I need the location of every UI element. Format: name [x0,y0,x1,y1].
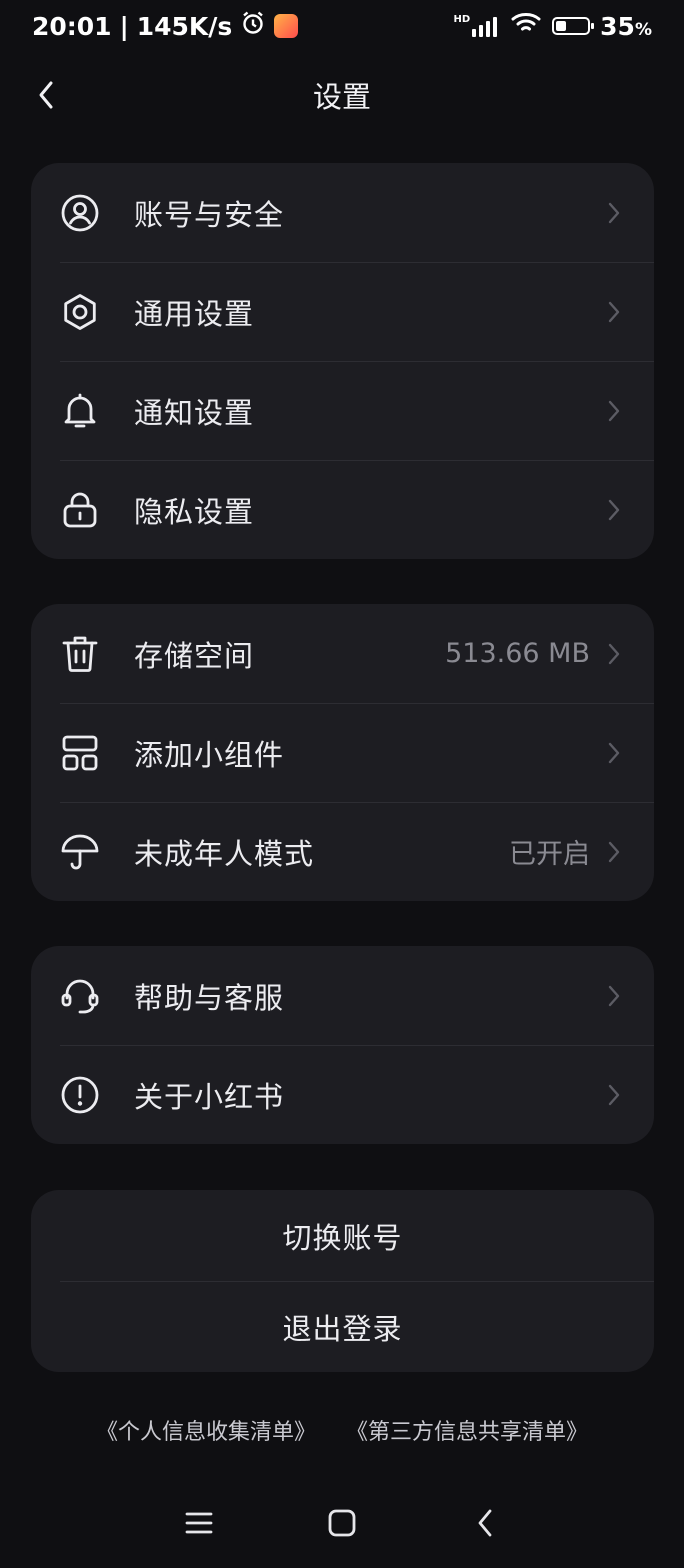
settings-item-label: 隐私设置 [134,494,255,529]
settings-item-about[interactable]: 关于小红书 [31,1045,654,1144]
chevron-left-icon [478,1509,492,1537]
settings-group-support: 帮助与客服 关于小红书 [31,946,654,1144]
status-bar: 20:01 | 145K/s HD 35% [0,0,684,52]
alarm-icon [240,10,266,42]
chevron-right-icon [604,397,624,425]
chevron-right-icon [604,982,624,1010]
personal-info-list-link[interactable]: 《个人信息收集清单》 [96,1414,316,1446]
settings-group-account: 账号与安全 通用设置 通知设置 隐私设置 [31,163,654,559]
storage-size-value: 513.66 MB [445,638,590,669]
minor-mode-status: 已开启 [509,839,590,870]
back-button[interactable] [28,77,64,113]
settings-item-general[interactable]: 通用设置 [31,262,654,361]
battery-percent-unit: % [634,19,652,40]
chevron-right-icon [604,1081,624,1109]
chevron-right-icon [604,496,624,524]
settings-item-label: 未成年人模式 [134,836,315,871]
bell-icon [60,391,100,431]
third-party-sharing-list-link[interactable]: 《第三方信息共享清单》 [346,1414,588,1446]
switch-account-button[interactable]: 切换账号 [31,1190,654,1281]
signal-icon: HD [453,15,500,37]
home-button[interactable] [314,1495,370,1551]
trash-icon [60,634,100,674]
page-title: 设置 [312,80,371,114]
settings-item-label: 账号与安全 [134,197,285,232]
headset-icon [60,976,100,1016]
settings-item-storage[interactable]: 存储空间 513.66 MB [31,604,654,703]
umbrella-icon [60,832,100,872]
wifi-icon [510,11,542,41]
settings-item-label: 添加小组件 [134,737,285,772]
battery-percent: 35 [600,11,635,41]
user-icon [60,193,100,233]
lock-icon [60,490,100,530]
chevron-right-icon [604,640,624,668]
home-square-icon [328,1509,356,1537]
info-icon [60,1075,100,1115]
system-back-button[interactable] [457,1495,513,1551]
chevron-right-icon [604,838,624,866]
chevron-right-icon [604,739,624,767]
settings-item-account-security[interactable]: 账号与安全 [31,163,654,262]
gear-icon [60,292,100,332]
settings-item-label: 通知设置 [134,395,255,430]
top-navigation-bar: 设置 [0,62,684,128]
settings-item-label: 关于小红书 [134,1079,285,1114]
settings-item-label: 存储空间 [134,638,255,673]
footer-links: 《个人信息收集清单》 《第三方信息共享清单》 [0,1414,684,1446]
account-actions-group: 切换账号 退出登录 [31,1190,654,1372]
settings-item-privacy[interactable]: 隐私设置 [31,460,654,559]
widget-icon [60,733,100,773]
system-navigation-bar [0,1495,684,1551]
settings-item-notifications[interactable]: 通知设置 [31,361,654,460]
hd-label: HD [453,14,471,25]
settings-item-minor-mode[interactable]: 未成年人模式 已开启 [31,802,654,901]
app-notification-icon [274,14,299,38]
menu-button[interactable] [171,1495,227,1551]
chevron-right-icon [604,298,624,326]
battery-icon [552,17,595,35]
status-separator: | [119,11,129,41]
settings-group-device: 存储空间 513.66 MB 添加小组件 未成年人模式 已开启 [31,604,654,901]
menu-icon [185,1512,213,1534]
status-time: 20:01 [32,11,112,41]
settings-item-add-widget[interactable]: 添加小组件 [31,703,654,802]
chevron-right-icon [604,199,624,227]
settings-item-label: 通用设置 [134,296,255,331]
chevron-left-icon [39,81,53,109]
settings-item-label: 帮助与客服 [134,980,285,1015]
settings-item-help[interactable]: 帮助与客服 [31,946,654,1045]
status-network-speed: 145K/s [136,11,233,41]
logout-button[interactable]: 退出登录 [31,1281,654,1372]
